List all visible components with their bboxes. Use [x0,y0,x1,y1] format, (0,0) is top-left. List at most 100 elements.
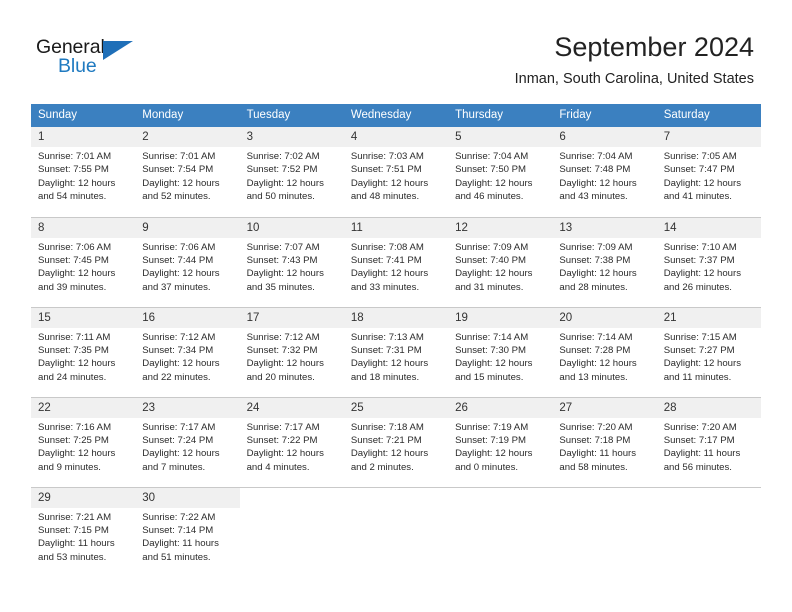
daylight-text-line1: Daylight: 11 hours [559,448,637,460]
calendar-day-cell[interactable]: 15 Sunrise: 7:11 AM Sunset: 7:35 PM Dayligh… [31,306,136,397]
daylight-text-line2: and 56 minutes. [663,461,732,473]
day-info: Sunrise: 7:14 AM Sunset: 7:30 PM Daylight:… [448,328,552,385]
brand-logo[interactable]: General Blue [36,36,156,82]
sunset-text: Sunset: 7:25 PM [38,434,109,446]
calendar-day-cell[interactable]: 9 Sunrise: 7:06 AM Sunset: 7:44 PM Daylight… [135,216,240,307]
sunrise-text: Sunrise: 7:03 AM [350,151,424,162]
day-number [657,488,761,508]
day-info: Sunrise: 7:01 AM Sunset: 7:54 PM Daylight:… [135,147,239,204]
daylight-text-line1: Daylight: 12 hours [38,358,116,370]
day-number [240,488,344,508]
calendar-day-cell[interactable]: 10 Sunrise: 7:07 AM Sunset: 7:43 PM Dayligh… [239,216,344,307]
sunrise-text: Sunrise: 7:20 AM [559,421,633,433]
calendar-day-cell[interactable]: 12 Sunrise: 7:09 AM Sunset: 7:40 PM Dayligh… [448,216,553,307]
daylight-text-line2: and 31 minutes. [455,281,524,293]
sunrise-text: Sunrise: 7:14 AM [559,331,633,343]
calendar-day-cell[interactable]: 25 Sunrise: 7:18 AM Sunset: 7:21 PM Dayligh… [343,396,449,487]
calendar-day-cell[interactable]: 8 Sunrise: 7:06 AM Sunset: 7:45 PM Daylight… [31,216,136,307]
daylight-text-line2: and 58 minutes. [559,461,628,473]
daylight-text-line1: Daylight: 12 hours [142,358,220,370]
calendar-day-cell[interactable]: 4 Sunrise: 7:03 AM Sunset: 7:51 PM Daylight… [343,127,449,217]
day-info: Sunrise: 7:07 AM Sunset: 7:43 PM Daylight:… [240,238,344,295]
sunset-text: Sunset: 7:28 PM [559,344,631,356]
calendar-day-cell[interactable]: 24 Sunrise: 7:17 AM Sunset: 7:22 PM Dayligh… [239,396,344,487]
day-info: Sunrise: 7:16 AM Sunset: 7:25 PM Daylight:… [31,418,135,475]
day-info: Sunrise: 7:03 AM Sunset: 7:51 PM Daylight:… [344,147,448,204]
daylight-text-line1: Daylight: 11 hours [142,538,219,550]
sunset-text: Sunset: 7:37 PM [663,254,735,266]
weekday-header-monday: Monday [135,104,240,127]
daylight-text-line2: and 7 minutes. [142,461,206,473]
daylight-text-line1: Daylight: 12 hours [350,268,429,280]
sunrise-text: Sunrise: 7:09 AM [455,241,529,253]
sunrise-text: Sunrise: 7:06 AM [38,241,112,253]
calendar-week-row: 8 Sunrise: 7:06 AM Sunset: 7:45 PM Daylight… [31,216,761,307]
title-block: September 2024 Inman, South Carolina, Un… [515,30,754,89]
day-number: 27 [552,397,657,418]
day-number: 19 [448,307,553,328]
calendar-day-cell[interactable]: 21 Sunrise: 7:15 AM Sunset: 7:27 PM Dayligh… [656,306,761,397]
daylight-text-line2: and 15 minutes. [455,371,524,383]
calendar-day-cell[interactable]: 14 Sunrise: 7:10 AM Sunset: 7:37 PM Dayligh… [656,216,761,307]
daylight-text-line1: Daylight: 11 hours [38,538,115,550]
sunset-text: Sunset: 7:50 PM [455,164,527,176]
calendar-day-cell[interactable]: 3 Sunrise: 7:02 AM Sunset: 7:52 PM Daylight… [239,127,344,217]
daylight-text-line2: and 26 minutes. [663,281,732,293]
day-number: 13 [552,217,657,238]
sunset-text: Sunset: 7:44 PM [142,254,214,266]
calendar-day-cell[interactable]: 22 Sunrise: 7:16 AM Sunset: 7:25 PM Dayligh… [31,396,136,487]
calendar-day-cell[interactable]: 20 Sunrise: 7:14 AM Sunset: 7:28 PM Dayligh… [552,306,657,397]
day-info [657,508,761,511]
sunrise-text: Sunrise: 7:01 AM [142,151,216,162]
day-info: Sunrise: 7:04 AM Sunset: 7:50 PM Daylight:… [448,147,552,204]
calendar-day-cell[interactable]: 18 Sunrise: 7:13 AM Sunset: 7:31 PM Dayligh… [343,306,449,397]
calendar-day-cell[interactable]: 16 Sunrise: 7:12 AM Sunset: 7:34 PM Dayligh… [135,306,240,397]
daylight-text-line2: and 2 minutes. [350,461,414,473]
daylight-text-line2: and 48 minutes. [350,191,420,203]
day-number: 7 [656,127,761,147]
calendar-day-cell[interactable]: 6 Sunrise: 7:04 AM Sunset: 7:48 PM Daylight… [552,127,657,217]
calendar-cell-empty [448,486,553,577]
daylight-text-line1: Daylight: 12 hours [455,268,533,280]
calendar-day-cell[interactable]: 5 Sunrise: 7:04 AM Sunset: 7:50 PM Daylight… [448,127,553,217]
day-info: Sunrise: 7:13 AM Sunset: 7:31 PM Daylight:… [344,328,448,385]
day-info: Sunrise: 7:20 AM Sunset: 7:18 PM Daylight:… [552,418,656,475]
sunrise-text: Sunrise: 7:15 AM [663,331,737,343]
calendar-day-cell[interactable]: 28 Sunrise: 7:20 AM Sunset: 7:17 PM Dayligh… [656,396,761,487]
calendar-cell-empty [343,486,449,577]
sunset-text: Sunset: 7:51 PM [350,164,422,176]
calendar-day-cell[interactable]: 11 Sunrise: 7:08 AM Sunset: 7:41 PM Dayligh… [343,216,449,307]
calendar-day-cell[interactable]: 29 Sunrise: 7:21 AM Sunset: 7:15 PM Dayligh… [31,486,136,577]
page-header: General Blue September 2024 Inman, South… [0,0,792,100]
sunrise-text: Sunrise: 7:09 AM [559,241,633,253]
day-number [344,488,448,508]
day-info: Sunrise: 7:18 AM Sunset: 7:21 PM Daylight:… [344,418,448,475]
sunset-text: Sunset: 7:35 PM [38,344,109,356]
calendar-day-cell[interactable]: 23 Sunrise: 7:17 AM Sunset: 7:24 PM Dayligh… [135,396,240,487]
calendar-day-cell[interactable]: 1 Sunrise: 7:01 AM Sunset: 7:55 PM Daylight… [31,127,136,217]
calendar-day-cell[interactable]: 19 Sunrise: 7:14 AM Sunset: 7:30 PM Dayligh… [448,306,553,397]
sunrise-text: Sunrise: 7:14 AM [455,331,529,343]
day-info: Sunrise: 7:15 AM Sunset: 7:27 PM Daylight:… [657,328,761,385]
daylight-text-line1: Daylight: 12 hours [663,177,742,189]
sunrise-text: Sunrise: 7:12 AM [246,331,320,343]
day-info: Sunrise: 7:04 AM Sunset: 7:48 PM Daylight:… [552,147,656,204]
sunrise-text: Sunrise: 7:12 AM [142,331,216,343]
day-info [448,508,552,511]
daylight-text-line2: and 28 minutes. [559,281,628,293]
daylight-text-line2: and 35 minutes. [246,281,315,293]
calendar-day-cell[interactable]: 17 Sunrise: 7:12 AM Sunset: 7:32 PM Dayligh… [239,306,344,397]
sunrise-text: Sunrise: 7:17 AM [142,421,216,433]
calendar-week-row: 1 Sunrise: 7:01 AM Sunset: 7:55 PM Daylight… [31,127,761,217]
calendar-day-cell[interactable]: 30 Sunrise: 7:22 AM Sunset: 7:14 PM Dayligh… [135,486,240,577]
day-number: 10 [239,217,344,238]
calendar-day-cell[interactable]: 13 Sunrise: 7:09 AM Sunset: 7:38 PM Dayligh… [552,216,657,307]
calendar-day-cell[interactable]: 26 Sunrise: 7:19 AM Sunset: 7:19 PM Dayligh… [448,396,553,487]
calendar-day-cell[interactable]: 27 Sunrise: 7:20 AM Sunset: 7:18 PM Dayligh… [552,396,657,487]
day-number: 24 [239,397,344,418]
sunrise-text: Sunrise: 7:20 AM [663,421,737,433]
calendar-day-cell[interactable]: 7 Sunrise: 7:05 AM Sunset: 7:47 PM Daylight… [656,127,761,217]
daylight-text-line2: and 51 minutes. [142,551,211,563]
day-info: Sunrise: 7:11 AM Sunset: 7:35 PM Daylight:… [31,328,135,385]
calendar-day-cell[interactable]: 2 Sunrise: 7:01 AM Sunset: 7:54 PM Daylight… [135,127,240,217]
